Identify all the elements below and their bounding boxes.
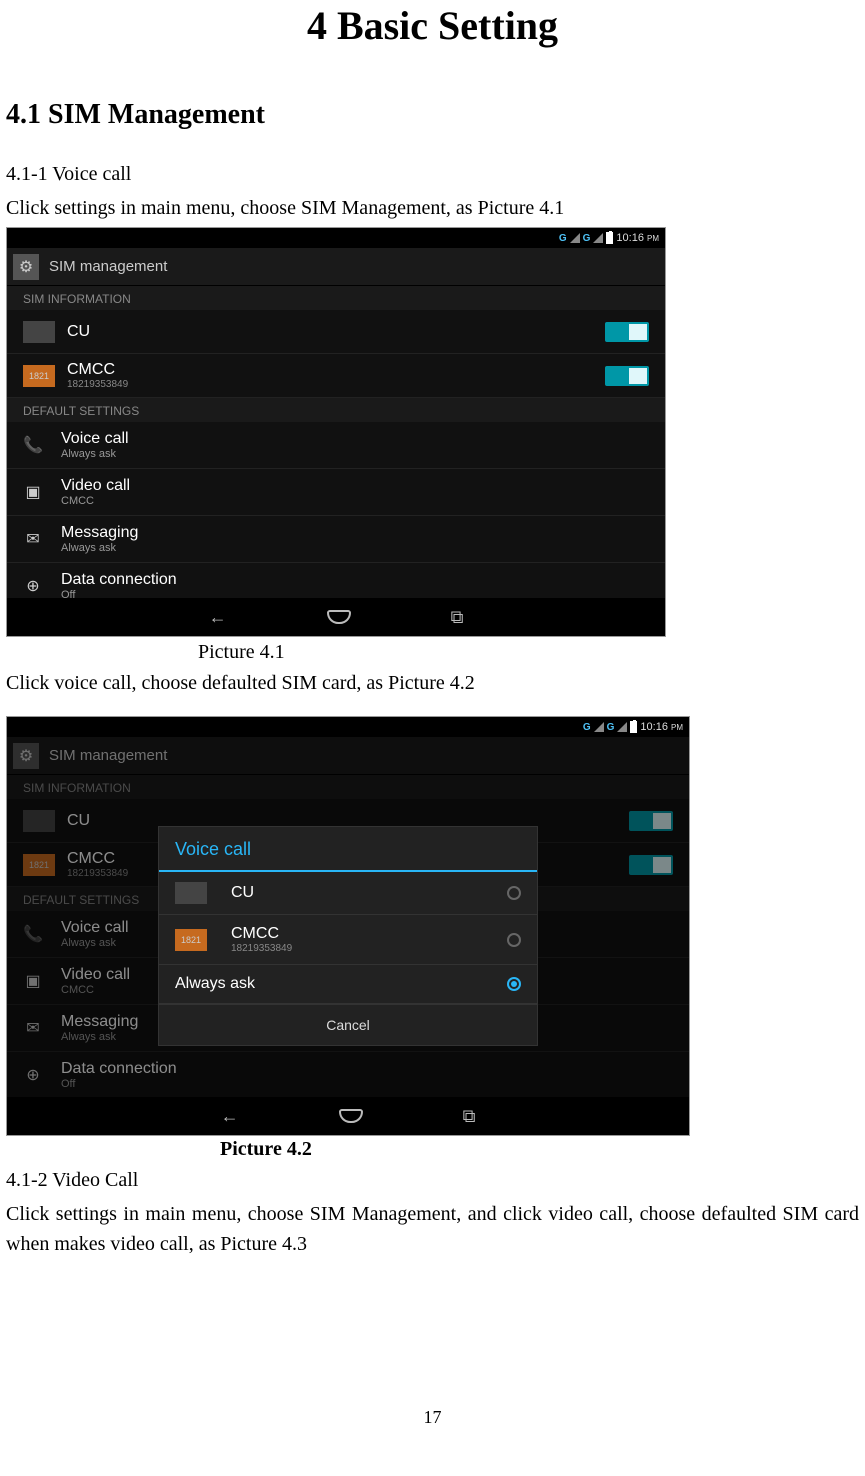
home-icon[interactable] xyxy=(327,610,351,624)
home-icon[interactable] xyxy=(339,1109,363,1123)
sim-name: CMCC xyxy=(67,361,605,379)
sim-toggle[interactable] xyxy=(605,366,649,386)
setting-messaging[interactable]: ✉ MessagingAlways ask xyxy=(7,516,665,563)
app-title: SIM management xyxy=(49,258,167,275)
signal-g-icon: G xyxy=(583,722,591,733)
sim-name: CU xyxy=(67,323,605,341)
caption-4-1: Picture 4.1 xyxy=(198,641,865,664)
clock-time: 10:16 PM xyxy=(616,232,659,244)
signal-icon xyxy=(570,233,580,243)
dialog-cancel-button[interactable]: Cancel xyxy=(159,1004,537,1045)
system-navbar: ← ⧉ xyxy=(7,1097,689,1135)
signal-g-icon: G xyxy=(583,233,591,244)
signal-icon xyxy=(593,233,603,243)
signal-icon xyxy=(594,722,604,732)
sim-number: 18219353849 xyxy=(67,379,605,390)
radio-icon[interactable] xyxy=(507,886,521,900)
message-icon: ✉ xyxy=(23,529,43,549)
phone-icon: 📞 xyxy=(23,435,43,455)
sim-row-cmcc[interactable]: 1821 CMCC 18219353849 xyxy=(7,354,665,398)
dialog-option-cmcc[interactable]: 1821 CMCC18219353849 xyxy=(159,915,537,965)
sim-chip-icon xyxy=(23,321,55,343)
sim-chip-icon: 1821 xyxy=(175,929,207,951)
app-header: ⚙ SIM management xyxy=(7,248,665,286)
setting-voice-call[interactable]: 📞 Voice callAlways ask xyxy=(7,422,665,469)
settings-gear-icon: ⚙ xyxy=(13,254,39,280)
radio-icon[interactable] xyxy=(507,933,521,947)
status-bar: G G 10:16 PM xyxy=(7,717,689,737)
system-navbar: ← ⧉ xyxy=(7,598,665,636)
screenshot-4-2: G G 10:16 PM ⚙ SIM management SIM INFORM… xyxy=(6,716,690,1136)
back-icon[interactable]: ← xyxy=(221,1106,239,1127)
intro-line-2: Click voice call, choose defaulted SIM c… xyxy=(6,668,859,698)
caption-4-2: Picture 4.2 xyxy=(220,1138,865,1161)
signal-g-icon: G xyxy=(607,722,615,733)
app-title: SIM management xyxy=(49,747,167,764)
globe-icon: ⊕ xyxy=(23,576,43,596)
recent-icon[interactable]: ⧉ xyxy=(463,1106,476,1127)
sim-row-cu[interactable]: CU xyxy=(7,310,665,354)
sim-chip-icon: 1821 xyxy=(23,365,55,387)
signal-icon xyxy=(617,722,627,732)
defaults-label: DEFAULT SETTINGS xyxy=(7,398,665,422)
page-number: 17 xyxy=(0,1407,865,1428)
sim-chip-icon xyxy=(175,882,207,904)
recent-icon[interactable]: ⧉ xyxy=(451,607,464,628)
app-header: ⚙ SIM management xyxy=(7,737,689,775)
subsection-video-call: 4.1-2 Video Call xyxy=(6,1165,859,1195)
signal-g-icon: G xyxy=(559,233,567,244)
clock-time: 10:16 PM xyxy=(640,721,683,733)
status-bar: G G 10:16 PM xyxy=(7,228,665,248)
battery-icon xyxy=(630,721,637,733)
intro-line-3: Click settings in main menu, choose SIM … xyxy=(6,1199,859,1259)
battery-icon xyxy=(606,232,613,244)
video-icon: ▣ xyxy=(23,482,43,502)
subsection-voice-call: 4.1-1 Voice call xyxy=(6,159,859,189)
dialog-title: Voice call xyxy=(159,827,537,872)
section-heading: 4.1 SIM Management xyxy=(6,99,865,131)
chapter-title: 4 Basic Setting xyxy=(0,2,865,49)
sim-info-label: SIM INFORMATION xyxy=(7,286,665,310)
dialog-backdrop: Voice call CU 1821 CMCC18219353849 Alway… xyxy=(7,775,689,1097)
settings-gear-icon: ⚙ xyxy=(13,743,39,769)
radio-icon[interactable] xyxy=(507,977,521,991)
screenshot-4-1: G G 10:16 PM ⚙ SIM management SIM INFORM… xyxy=(6,227,666,637)
sim-toggle[interactable] xyxy=(605,322,649,342)
setting-video-call[interactable]: ▣ Video callCMCC xyxy=(7,469,665,516)
intro-line-1: Click settings in main menu, choose SIM … xyxy=(6,193,859,223)
dialog-option-always-ask[interactable]: Always ask xyxy=(159,965,537,1004)
back-icon[interactable]: ← xyxy=(209,607,227,628)
voice-call-dialog: Voice call CU 1821 CMCC18219353849 Alway… xyxy=(158,826,538,1046)
dialog-option-cu[interactable]: CU xyxy=(159,872,537,915)
